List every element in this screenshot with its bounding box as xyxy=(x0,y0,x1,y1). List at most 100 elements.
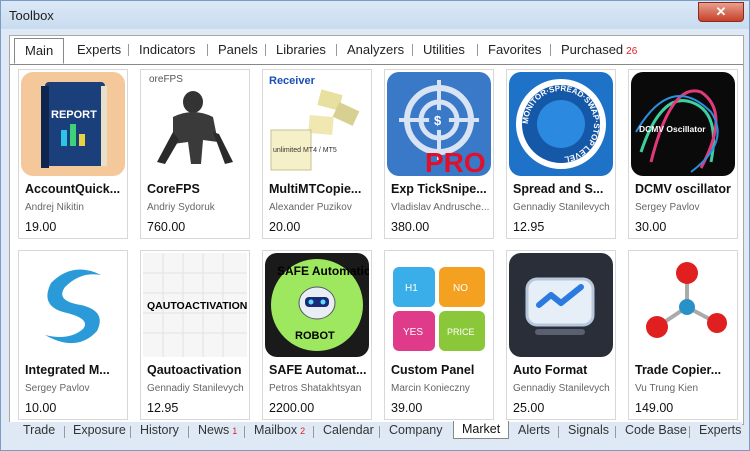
tab-analyzers[interactable]: Analyzers xyxy=(347,42,404,60)
tab-label: News xyxy=(198,423,230,437)
tab-separator xyxy=(336,44,337,56)
tab-history[interactable]: History xyxy=(140,423,179,437)
toolbox-window: Toolbox ✕ Main Experts Indicators Panels… xyxy=(0,0,750,451)
product-author: Marcin Konieczny xyxy=(391,383,470,394)
product-card[interactable]: SAFE Automatic ROBOT SAFE Automat... Pet… xyxy=(262,250,372,420)
news-count-badge: 1 xyxy=(232,426,238,436)
product-name: Auto Format xyxy=(513,363,588,377)
window-title: Toolbox xyxy=(9,8,54,23)
product-thumbnail xyxy=(21,253,125,357)
tab-label: Exposure xyxy=(73,423,126,437)
thumb-subtext: ROBOT xyxy=(295,330,335,342)
product-card[interactable]: QAUTOACTIVATION Qautoactivation Gennadiy… xyxy=(140,250,250,420)
tab-label: Libraries xyxy=(276,42,326,57)
market-panel: Main Experts Indicators Panels Libraries… xyxy=(9,35,744,425)
product-name: DCMV oscillator xyxy=(635,182,731,196)
product-thumbnail: DCMV Oscillator xyxy=(631,72,735,176)
tab-signals[interactable]: Signals xyxy=(568,423,609,437)
product-card[interactable]: $ PRO Exp TickSnipe... Vladislav Andrusc… xyxy=(384,69,494,239)
bottom-tabs: Trade Exposure History News 1 Mailbox 2 Ca… xyxy=(9,421,742,442)
thumb-text: QAUTOACTIVATION xyxy=(147,300,247,312)
product-price: 760.00 xyxy=(147,220,186,234)
product-name: SAFE Automat... xyxy=(269,363,367,377)
tab-label: Company xyxy=(389,423,443,437)
tab-news[interactable]: News 1 xyxy=(198,423,237,437)
tab-separator xyxy=(615,426,616,438)
tab-exposure[interactable]: Exposure xyxy=(73,423,126,437)
product-card[interactable]: Trade Copier... Vu Trung Kien 149.00 xyxy=(628,250,738,420)
tab-label: Market xyxy=(462,422,501,436)
puzzle-label: YES xyxy=(403,327,423,338)
tab-label: Utilities xyxy=(423,42,465,57)
tab-code-base[interactable]: Code Base xyxy=(625,423,687,437)
product-name: CoreFPS xyxy=(147,182,200,196)
puzzle-label: PRICE xyxy=(447,327,475,337)
tab-utilities[interactable]: Utilities xyxy=(423,42,465,60)
product-card[interactable]: REPORT AccountQuick... Andrej Nikitin 19… xyxy=(18,69,128,239)
tab-label: Analyzers xyxy=(347,42,405,57)
product-thumbnail: REPORT xyxy=(21,72,125,176)
product-card[interactable]: Receiver unlimited MT4 / MT5 MultiMTCopi… xyxy=(262,69,372,239)
tab-main[interactable]: Main xyxy=(14,38,65,64)
tab-libraries[interactable]: Libraries xyxy=(276,42,326,60)
tab-label: Calendar xyxy=(323,423,374,437)
product-name: AccountQuick... xyxy=(25,182,121,196)
product-thumbnail xyxy=(509,253,613,357)
tab-separator xyxy=(130,426,131,438)
product-thumbnail: $ PRO xyxy=(387,72,491,176)
product-name: Custom Panel xyxy=(391,363,475,377)
product-price: 30.00 xyxy=(635,220,667,234)
tab-separator xyxy=(689,426,690,438)
product-name: MultiMTCopie... xyxy=(269,182,362,196)
tab-label: Code Base xyxy=(625,423,687,437)
product-card[interactable]: Auto Format Gennadiy Stanilevych 25.00 xyxy=(506,250,616,420)
purchased-count-badge: 26 xyxy=(626,46,638,57)
product-price: 380.00 xyxy=(391,220,430,234)
product-price: 2200.00 xyxy=(269,401,315,415)
product-thumbnail xyxy=(631,253,735,357)
tab-separator xyxy=(313,426,314,438)
product-card[interactable]: Integrated M... Sergey Pavlov 10.00 xyxy=(18,250,128,420)
tab-separator xyxy=(188,426,189,438)
tab-separator xyxy=(207,44,208,56)
tab-experts-log[interactable]: Experts xyxy=(699,423,741,437)
product-author: Gennadiy Stanilevych xyxy=(513,202,610,213)
product-author: Vladislav Andrusche... xyxy=(391,202,490,213)
tab-alerts[interactable]: Alerts xyxy=(518,423,550,437)
product-name: Integrated M... xyxy=(25,363,110,377)
tab-experts[interactable]: Experts xyxy=(77,42,121,60)
category-tabs: Main Experts Indicators Panels Libraries… xyxy=(10,36,743,65)
tab-separator xyxy=(244,426,245,438)
tab-market[interactable]: Market xyxy=(453,421,510,439)
tab-separator xyxy=(412,44,413,56)
tab-label: Main xyxy=(25,43,54,58)
product-card[interactable]: oreFPS CoreFPS Andriy Sydoruk 760.00 xyxy=(140,69,250,239)
tab-panels[interactable]: Panels xyxy=(218,42,258,60)
product-price: 10.00 xyxy=(25,401,57,415)
close-icon: ✕ xyxy=(715,4,727,19)
svg-text:$: $ xyxy=(434,113,442,128)
product-author: Petros Shatakhtsyan xyxy=(269,383,362,394)
tab-separator xyxy=(265,44,266,56)
tab-purchased[interactable]: Purchased 26 xyxy=(561,42,637,60)
tab-indicators[interactable]: Indicators xyxy=(139,42,195,60)
thumb-text: Receiver xyxy=(269,75,316,87)
product-card[interactable]: MONITOR·SPREAD·SWAP·STOP LEVEL Spread an… xyxy=(506,69,616,239)
thumb-text: DCMV Oscillator xyxy=(639,124,706,134)
product-card[interactable]: H1 NO YES PRICE Custom Panel Marcin Koni… xyxy=(384,250,494,420)
tab-trade[interactable]: Trade xyxy=(23,423,55,437)
product-thumbnail: H1 NO YES PRICE xyxy=(387,253,491,357)
tab-label: History xyxy=(140,423,179,437)
tab-favorites[interactable]: Favorites xyxy=(488,42,541,60)
tab-company[interactable]: Company xyxy=(389,423,443,437)
close-button[interactable]: ✕ xyxy=(698,2,744,22)
product-name: Exp TickSnipe... xyxy=(391,182,487,196)
product-card[interactable]: DCMV Oscillator DCMV oscillator Sergey P… xyxy=(628,69,738,239)
product-thumbnail: MONITOR·SPREAD·SWAP·STOP LEVEL xyxy=(509,72,613,176)
tab-label: Mailbox xyxy=(254,423,298,437)
thumb-text: oreFPS xyxy=(149,74,183,85)
product-price: 149.00 xyxy=(635,401,674,415)
thumb-subtext: unlimited MT4 / MT5 xyxy=(273,147,337,154)
tab-mailbox[interactable]: Mailbox 2 xyxy=(254,423,305,437)
tab-calendar[interactable]: Calendar xyxy=(323,423,374,437)
